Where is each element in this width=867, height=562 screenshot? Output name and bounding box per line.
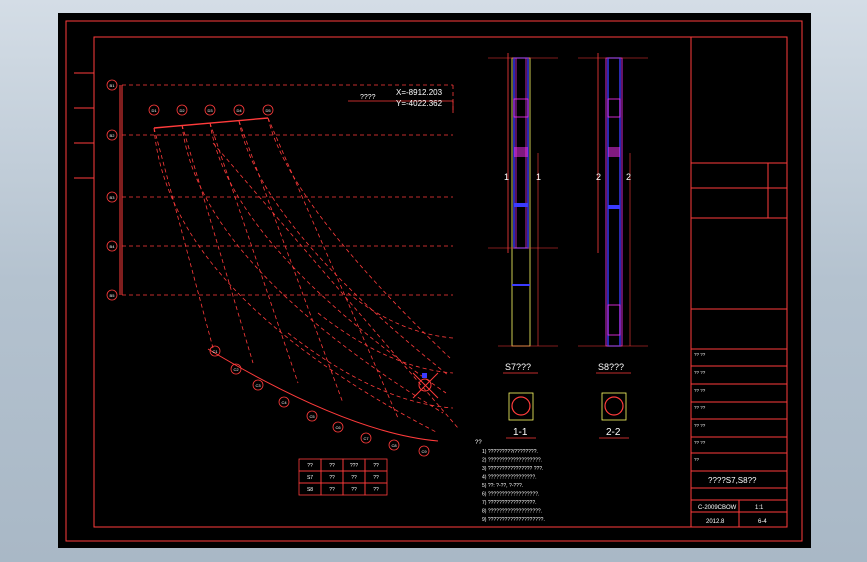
axis-bubble-arc-label: C6 <box>335 425 341 430</box>
axis-bubble-left: B1 <box>106 79 118 91</box>
axis-bubbles-top: D1 D2 D3 D4 D5 <box>148 104 274 116</box>
axis-bubble-arc: C3 <box>252 379 264 391</box>
axis-bubble-arc-label: C1 <box>212 349 218 354</box>
note-line: 7) ?????????????????. <box>482 500 537 506</box>
axis-bubble-top-label: D2 <box>179 108 185 113</box>
axis-bubble-arc-label: C9 <box>421 449 427 454</box>
section-marker-symbol <box>412 372 439 399</box>
coord-y: Y=-4022.362 <box>396 99 443 108</box>
title-block-row: ?? ?? <box>694 440 706 445</box>
s8-mark-right: 2 <box>626 172 631 182</box>
legend-table: ??????? ?? S7???? ?? S8?????? <box>298 458 388 496</box>
axis-bubble-arc: C9 <box>418 445 430 457</box>
legend-cell-text: ??? <box>350 463 359 469</box>
note-line: 2) ???????????????????. <box>482 458 542 464</box>
axis-bubble-top-label: D4 <box>236 108 242 113</box>
cut-1-label: 1-1 <box>513 427 528 438</box>
legend-cell-text: ?? <box>307 463 313 469</box>
axis-bubble-top-label: D3 <box>207 108 213 113</box>
cad-drawing-canvas[interactable]: B1 B2 B3 B4 B5 D1 D2 D3 D4 D5 C1 C2 C3 C4 C5 C6 C7 C8 C9… <box>58 13 811 548</box>
axis-bubble-left: B2 <box>106 129 118 141</box>
title-block-rows: ?? ?? ?? ?? ?? ?? ?? ?? ?? ?? ?? ???? <box>694 352 706 462</box>
axis-bubble-arc: C8 <box>388 439 400 451</box>
axis-bubble-top: D1 <box>148 104 160 116</box>
axis-bubbles-left: B1 B2 B3 B4 B5 <box>106 79 118 301</box>
coord-label: ???? <box>360 94 376 101</box>
axis-bubble-arc: C4 <box>278 396 290 408</box>
note-line: 9) ????????????????????. <box>482 517 545 523</box>
drawing-title: ????S7,S8?? <box>708 476 757 485</box>
notes-heading: ?? <box>475 440 482 446</box>
coord-x: X=-8912.203 <box>396 88 443 97</box>
drawing-scale: 1:1 <box>755 505 764 511</box>
axis-bubbles-arc: C1 C2 C3 C4 C5 C6 C7 C8 C9 <box>209 345 430 457</box>
note-line: 4) ?????????????????. <box>482 475 537 481</box>
binding-strip <box>74 72 94 179</box>
title-block-row: ?? ?? <box>694 423 706 428</box>
axis-bubble-left-label: B1 <box>110 83 116 88</box>
axis-bubble-left: B3 <box>106 191 118 203</box>
legend-cell-text: ?? <box>351 475 357 481</box>
title-block <box>691 162 787 527</box>
inner-frame <box>93 36 788 528</box>
title-block-row: ?? ?? <box>694 405 706 410</box>
axis-bubble-top: D3 <box>204 104 216 116</box>
axis-bubble-arc-label: C5 <box>309 414 315 419</box>
title-block-row: ?? ?? <box>694 370 706 375</box>
s7-mark-left: 1 <box>504 172 509 182</box>
axis-bubble-left-label: B3 <box>110 195 116 200</box>
drawing-number: C-2009CBOW <box>698 505 737 511</box>
axis-bubble-arc-label: C3 <box>255 383 261 388</box>
legend-cell-text: ?? <box>329 487 335 493</box>
note-line: 1) ?????????/????????. <box>482 449 538 455</box>
legend-cell-text: ?? <box>373 475 379 481</box>
drawing-svg: B1 B2 B3 B4 B5 D1 D2 D3 D4 D5 C1 C2 C3 C4 C5 C6 C7 C8 C9… <box>65 20 803 542</box>
title-block-row: ?? <box>694 457 700 462</box>
s8-mark-left: 2 <box>596 172 601 182</box>
note-line: 5) ??: ?-??, ?-???. <box>482 483 523 489</box>
notes-list: 1) ?????????/????????. 2) ???????????????… <box>482 449 545 523</box>
axis-bubble-arc-label: C4 <box>281 400 287 405</box>
legend-cell-text: S7 <box>307 475 313 481</box>
axis-bubble-top-label: D1 <box>151 108 157 113</box>
legend-cell-text: ?? <box>329 463 335 469</box>
legend-cell-text: ?? <box>329 475 335 481</box>
axis-bubble-top: D4 <box>233 104 245 116</box>
title-block-row: ?? ?? <box>694 388 706 393</box>
drawing-date: 2012.8 <box>706 519 725 525</box>
cut-2-label: 2-2 <box>606 427 621 438</box>
s8-title: S8??? <box>598 362 624 372</box>
section-1-1 <box>508 392 534 421</box>
axis-bubble-top: D2 <box>176 104 188 116</box>
axis-bubble-arc: C5 <box>306 410 318 422</box>
legend-cell-text: ?? <box>351 487 357 493</box>
title-block-row: ?? ?? <box>694 352 706 357</box>
axis-bubble-left: B4 <box>106 240 118 252</box>
note-line: 3) ???????????????? ???. <box>482 466 543 472</box>
axis-bubble-arc: C6 <box>332 421 344 433</box>
axis-bubble-arc: C7 <box>360 432 372 444</box>
s7-mark-right: 1 <box>536 172 541 182</box>
section-2-2 <box>601 392 627 421</box>
axis-bubble-top: D5 <box>262 104 274 116</box>
axis-bubble-left-label: B4 <box>110 244 116 249</box>
axis-bubble-left-label: B5 <box>110 293 116 298</box>
drawing-sheet: 6-4 <box>758 519 767 525</box>
s7-title: S7??? <box>505 362 531 372</box>
axis-bubble-arc-label: C7 <box>363 436 369 441</box>
legend-cell-text: ?? <box>373 487 379 493</box>
plan-grid <box>119 84 459 442</box>
note-line: 8) ???????????????????. <box>482 509 542 515</box>
axis-bubble-arc: C1 <box>209 345 221 357</box>
legend-cell-text: S8 <box>307 487 313 493</box>
note-line: 6) ??????????????????. <box>482 492 539 498</box>
axis-bubble-arc-label: C2 <box>233 367 239 372</box>
axis-bubble-left: B5 <box>106 289 118 301</box>
axis-bubble-left-label: B2 <box>110 133 116 138</box>
column-s7-elevation <box>488 53 558 347</box>
axis-bubble-top-label: D5 <box>265 108 271 113</box>
legend-cell-text: ?? <box>373 463 379 469</box>
column-s8-elevation <box>578 53 648 347</box>
axis-bubble-arc-label: C8 <box>391 443 397 448</box>
